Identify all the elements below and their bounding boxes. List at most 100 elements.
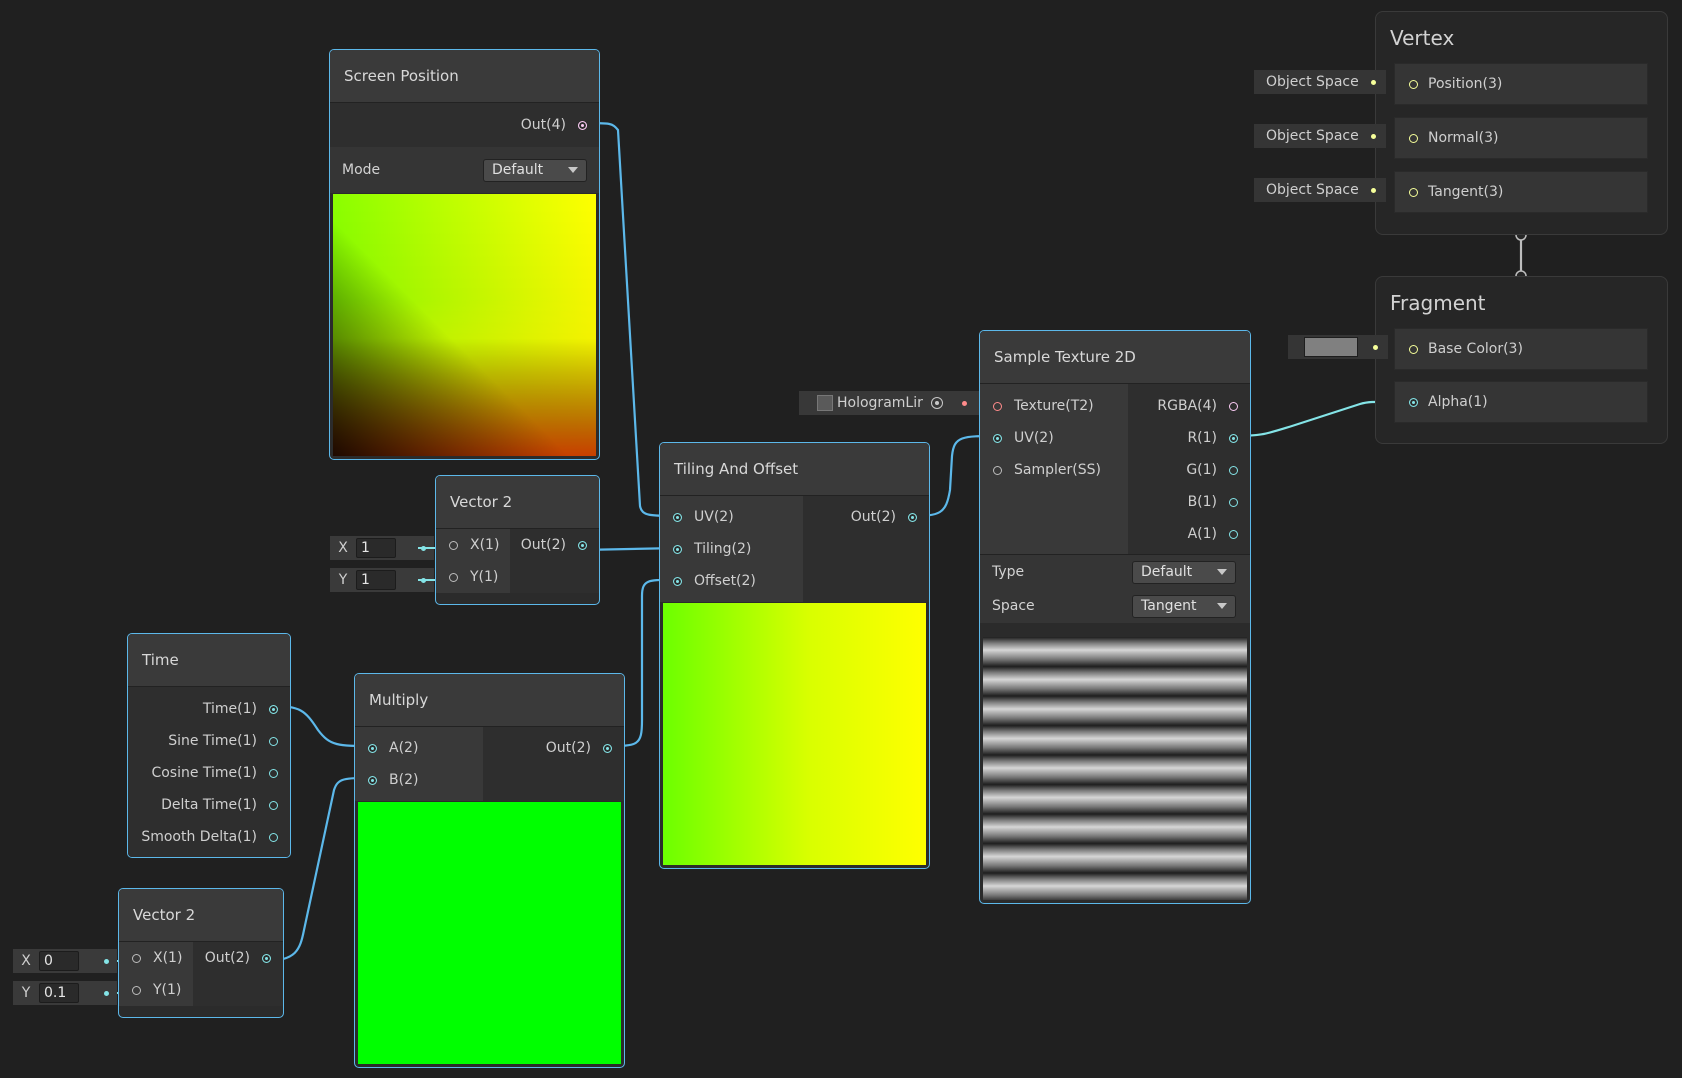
fragment-stack[interactable]: Fragment Base Color(3) Alpha(1) bbox=[1375, 276, 1668, 444]
x-value-input[interactable]: 0 bbox=[39, 951, 79, 971]
port-connector-icon[interactable] bbox=[578, 120, 587, 130]
input-port-sampler[interactable]: Sampler(SS) bbox=[980, 454, 1128, 486]
vector2-node-b[interactable]: Vector 2 X(1) Y(1) Out(2) bbox=[118, 888, 284, 1018]
port-connector-icon[interactable] bbox=[673, 512, 682, 522]
y-value-input[interactable]: 0.1 bbox=[39, 983, 79, 1003]
base-color-field[interactable] bbox=[1288, 335, 1388, 359]
multiply-node[interactable]: Multiply A(2) B(2) Out(2) bbox=[354, 673, 625, 1068]
port-connector-icon[interactable] bbox=[1409, 79, 1418, 89]
port-connector-icon[interactable] bbox=[132, 985, 141, 995]
port-connector-icon[interactable] bbox=[262, 953, 271, 963]
field-connector-icon bbox=[1371, 187, 1376, 193]
port-connector-icon[interactable] bbox=[368, 775, 377, 785]
vector2a-x-field[interactable]: X 1 bbox=[330, 536, 434, 560]
input-port-tiling[interactable]: Tiling(2) bbox=[660, 533, 803, 565]
block-position[interactable]: Position(3) bbox=[1394, 63, 1648, 105]
output-port-g[interactable]: G(1) bbox=[1128, 454, 1250, 486]
port-connector-icon[interactable] bbox=[132, 953, 141, 963]
port-connector-icon[interactable] bbox=[368, 743, 377, 753]
output-port-cosine-time[interactable]: Cosine Time(1) bbox=[128, 757, 290, 789]
port-connector-icon[interactable] bbox=[449, 540, 458, 550]
output-port[interactable]: Out(2) bbox=[510, 529, 599, 561]
color-swatch[interactable] bbox=[1304, 337, 1358, 357]
output-port-r[interactable]: R(1) bbox=[1128, 422, 1250, 454]
output-port-a[interactable]: A(1) bbox=[1128, 518, 1250, 550]
normal-space-field[interactable]: Object Space bbox=[1254, 124, 1386, 148]
port-connector-icon[interactable] bbox=[673, 544, 682, 554]
input-port-b[interactable]: B(2) bbox=[355, 764, 483, 796]
port-connector-icon[interactable] bbox=[1229, 465, 1238, 475]
port-connector-icon[interactable] bbox=[1409, 344, 1418, 354]
texture-name: HologramLir bbox=[837, 395, 923, 411]
block-normal[interactable]: Normal(3) bbox=[1394, 117, 1648, 159]
output-port-time[interactable]: Time(1) bbox=[128, 693, 290, 725]
vector2b-y-field[interactable]: Y 0.1 bbox=[13, 981, 117, 1005]
input-port-uv[interactable]: UV(2) bbox=[980, 422, 1128, 454]
port-connector-icon[interactable] bbox=[269, 768, 278, 778]
port-connector-icon[interactable] bbox=[449, 572, 458, 582]
block-label: Alpha(1) bbox=[1428, 394, 1488, 410]
input-port-offset[interactable]: Offset(2) bbox=[660, 565, 803, 597]
port-label: Offset(2) bbox=[694, 573, 756, 589]
position-space-field[interactable]: Object Space bbox=[1254, 70, 1386, 94]
port-connector-icon[interactable] bbox=[673, 576, 682, 586]
block-base-color[interactable]: Base Color(3) bbox=[1394, 328, 1648, 370]
object-picker-icon[interactable] bbox=[931, 397, 943, 409]
vector2b-x-field[interactable]: X 0 bbox=[13, 949, 117, 973]
port-connector-icon[interactable] bbox=[993, 465, 1002, 475]
input-port-x[interactable]: X(1) bbox=[119, 942, 193, 974]
port-connector-icon[interactable] bbox=[269, 800, 278, 810]
sample-texture-2d-node[interactable]: Sample Texture 2D Texture(T2) UV(2) Samp… bbox=[979, 330, 1251, 904]
stack-title: Vertex bbox=[1390, 26, 1455, 50]
preview-image bbox=[333, 194, 596, 456]
vertex-stack[interactable]: Vertex Position(3) Normal(3) Tangent(3) bbox=[1375, 11, 1668, 235]
tangent-space-field[interactable]: Object Space bbox=[1254, 178, 1386, 202]
port-connector-icon[interactable] bbox=[993, 401, 1002, 411]
port-connector-icon[interactable] bbox=[1409, 397, 1418, 407]
block-alpha[interactable]: Alpha(1) bbox=[1394, 381, 1648, 423]
port-connector-icon[interactable] bbox=[1229, 497, 1238, 507]
port-connector-icon[interactable] bbox=[578, 540, 587, 550]
tiling-and-offset-node[interactable]: Tiling And Offset UV(2) Tiling(2) Offset… bbox=[659, 442, 930, 869]
input-port-y[interactable]: Y(1) bbox=[119, 974, 193, 1006]
vector2a-y-field[interactable]: Y 1 bbox=[330, 568, 434, 592]
port-connector-icon[interactable] bbox=[269, 736, 278, 746]
input-port-a[interactable]: A(2) bbox=[355, 732, 483, 764]
port-connector-icon[interactable] bbox=[1409, 187, 1418, 197]
mode-dropdown[interactable]: Default bbox=[483, 158, 587, 182]
block-label: Normal(3) bbox=[1428, 130, 1499, 146]
x-value-input[interactable]: 1 bbox=[356, 538, 396, 558]
block-tangent[interactable]: Tangent(3) bbox=[1394, 171, 1648, 213]
vector2-node-a[interactable]: Vector 2 X(1) Y(1) Out(2) bbox=[435, 475, 600, 605]
output-port-b[interactable]: B(1) bbox=[1128, 486, 1250, 518]
port-connector-icon[interactable] bbox=[603, 743, 612, 753]
port-connector-icon[interactable] bbox=[993, 433, 1002, 443]
port-label: Sampler(SS) bbox=[1014, 462, 1101, 478]
output-port-smooth-delta[interactable]: Smooth Delta(1) bbox=[128, 821, 290, 853]
input-port-x[interactable]: X(1) bbox=[436, 529, 510, 561]
port-connector-icon[interactable] bbox=[269, 832, 278, 842]
space-dropdown[interactable]: Tangent bbox=[1132, 594, 1236, 618]
output-port-sine-time[interactable]: Sine Time(1) bbox=[128, 725, 290, 757]
output-port[interactable]: Out(4) bbox=[330, 103, 599, 147]
type-dropdown[interactable]: Default bbox=[1132, 560, 1236, 584]
time-node[interactable]: Time Time(1) Sine Time(1) Cosine Time(1)… bbox=[127, 633, 291, 858]
port-connector-icon[interactable] bbox=[1229, 529, 1238, 539]
port-connector-icon[interactable] bbox=[269, 704, 278, 714]
output-port-rgba[interactable]: RGBA(4) bbox=[1128, 390, 1250, 422]
input-port-y[interactable]: Y(1) bbox=[436, 561, 510, 593]
output-port[interactable]: Out(2) bbox=[803, 501, 929, 533]
texture-field[interactable]: HologramLir bbox=[799, 391, 981, 415]
port-connector-icon[interactable] bbox=[1409, 133, 1418, 143]
screen-position-node[interactable]: Screen Position Out(4) Mode Default bbox=[329, 49, 600, 460]
port-connector-icon[interactable] bbox=[1229, 433, 1238, 443]
port-connector-icon[interactable] bbox=[1229, 401, 1238, 411]
node-title: Time bbox=[128, 634, 290, 687]
output-port[interactable]: Out(2) bbox=[483, 732, 624, 764]
port-connector-icon[interactable] bbox=[908, 512, 917, 522]
input-port-uv[interactable]: UV(2) bbox=[660, 501, 803, 533]
y-value-input[interactable]: 1 bbox=[356, 570, 396, 590]
input-port-texture[interactable]: Texture(T2) bbox=[980, 390, 1128, 422]
output-port[interactable]: Out(2) bbox=[193, 942, 283, 974]
output-port-delta-time[interactable]: Delta Time(1) bbox=[128, 789, 290, 821]
